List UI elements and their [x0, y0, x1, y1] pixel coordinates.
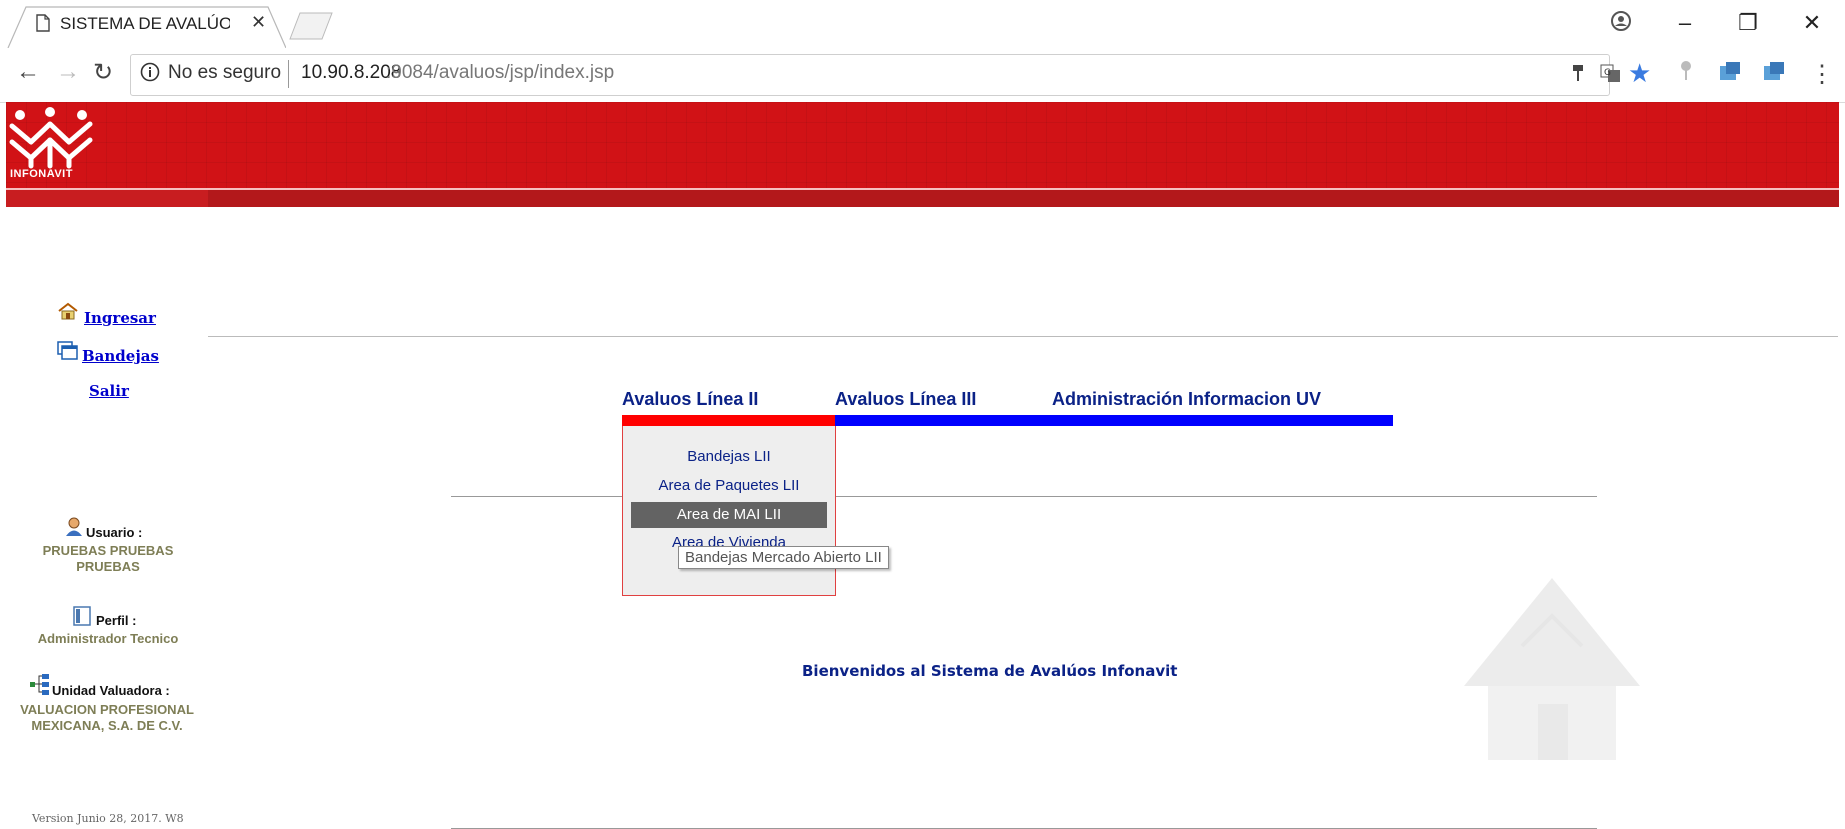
welcome-message: Bienvenidos al Sistema de Avalúos Infona… — [802, 662, 1178, 680]
extension-icon[interactable] — [1718, 60, 1742, 89]
unidad-label: Unidad Valuadora : — [52, 683, 170, 698]
menu-item-bandejas-lii[interactable]: Bandejas LII — [631, 448, 827, 465]
tab-avaluos-linea-ii[interactable]: Avaluos Línea II — [622, 389, 758, 410]
tab-title: SISTEMA DE AVALÚOS IN — [60, 14, 230, 33]
new-tab-button[interactable] — [288, 12, 334, 40]
translate-icon[interactable]: G — [1600, 62, 1622, 89]
version-text: Version Junio 28, 2017. W8 — [32, 812, 184, 825]
user-icon — [64, 517, 84, 542]
profile-icon[interactable] — [1610, 10, 1632, 37]
svg-text:G: G — [1604, 68, 1611, 78]
menu-item-area-mai-lii[interactable]: Area de MAI LII — [631, 502, 827, 528]
perfil-label: Perfil : — [96, 613, 137, 628]
security-label[interactable]: No es seguro — [168, 62, 281, 84]
tab-underline — [835, 415, 1393, 426]
reload-icon[interactable]: ↻ — [93, 58, 113, 87]
url-path[interactable]: :9084/avaluos/jsp/index.jsp — [386, 62, 614, 84]
banner-strip-left — [6, 190, 208, 207]
extension-icon[interactable] — [1762, 60, 1786, 89]
header-banner — [6, 102, 1839, 188]
tooltip: Bandejas Mercado Abierto LII — [678, 546, 889, 569]
minimize-icon[interactable]: – — [1670, 10, 1700, 36]
tab-avaluos-linea-iii[interactable]: Avaluos Línea III — [835, 389, 976, 410]
restore-icon[interactable]: ❐ — [1733, 10, 1763, 36]
banner-strip — [6, 190, 1839, 207]
perfil-value: Administrador Tecnico — [37, 631, 179, 646]
unidad-value: VALUACION PROFESIONAL MEXICANA, S.A. DE … — [20, 702, 194, 733]
extension-pin-icon[interactable] — [1679, 60, 1693, 87]
nav-link-salir[interactable]: Salir — [89, 382, 129, 400]
house-watermark — [1464, 578, 1640, 760]
org-chart-icon — [29, 673, 51, 702]
home-icon[interactable] — [57, 302, 79, 325]
profile-card-icon — [73, 606, 91, 631]
tab-close-icon[interactable]: ✕ — [251, 12, 266, 33]
nav-link-ingresar[interactable]: Ingresar — [84, 309, 156, 327]
key-icon[interactable] — [1571, 64, 1585, 87]
user-label: Usuario : — [86, 525, 143, 540]
back-arrow-icon[interactable]: ← — [16, 58, 40, 86]
logo-text: INFONAVIT — [10, 168, 73, 180]
user-value: PRUEBAS PRUEBAS PRUEBAS — [42, 543, 174, 574]
forward-arrow-icon[interactable]: → — [56, 58, 80, 86]
more-menu-icon[interactable]: ⋮ — [1810, 60, 1834, 89]
address-separator — [288, 60, 289, 88]
dropdown-menu: Bandejas LII Area de Paquetes LII Area d… — [622, 426, 836, 596]
info-icon[interactable] — [140, 62, 160, 87]
bookmark-star-icon[interactable]: ★ — [1628, 58, 1651, 89]
tab-underline-active — [622, 415, 835, 426]
top-divider — [208, 336, 1838, 337]
tab-administracion-uv[interactable]: Administración Informacion UV — [1052, 389, 1321, 410]
page-icon — [36, 14, 50, 37]
window-close-icon[interactable]: ✕ — [1797, 10, 1827, 36]
menu-item-area-paquetes-lii[interactable]: Area de Paquetes LII — [631, 477, 827, 494]
trays-icon[interactable] — [57, 341, 79, 366]
nav-link-bandejas[interactable]: Bandejas — [82, 347, 159, 365]
